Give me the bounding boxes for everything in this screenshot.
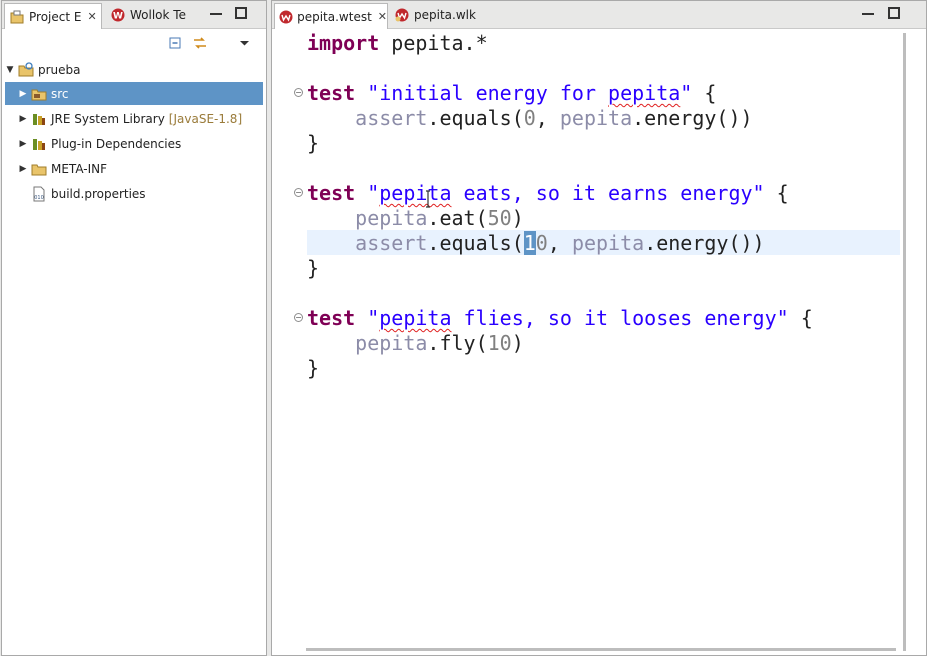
- tree-item-label: build.properties: [51, 186, 146, 201]
- library-icon: [31, 136, 47, 152]
- tree-item-label: JRE System Library: [51, 111, 165, 126]
- link-with-editor-icon[interactable]: [192, 35, 208, 51]
- minimize-icon[interactable]: [862, 9, 874, 15]
- project-explorer-panel: Project E ✕ W Wollok Te ▼ prueba ▶ src ▶…: [1, 0, 267, 656]
- code-line: }: [307, 131, 320, 155]
- tree-item-label: prueba: [38, 62, 81, 77]
- tree-item-build-properties[interactable]: 010 build.properties: [5, 182, 263, 205]
- source-folder-icon: [31, 86, 47, 102]
- tree-item-plugin-dependencies[interactable]: ▶ Plug-in Dependencies: [5, 132, 263, 155]
- tree-item-label: Plug-in Dependencies: [51, 136, 182, 151]
- tab-label: Wollok Te: [130, 8, 186, 22]
- tree-item-prueba[interactable]: ▼ prueba: [5, 58, 263, 81]
- svg-text:010: 010: [34, 195, 44, 201]
- maximize-icon[interactable]: [888, 7, 900, 19]
- close-icon[interactable]: ✕: [378, 10, 387, 23]
- properties-file-icon: 010: [31, 186, 47, 202]
- jre-version-decoration: [JavaSE-1.8]: [168, 111, 243, 126]
- tab-project-explorer[interactable]: Project E ✕: [4, 3, 102, 29]
- minimize-icon[interactable]: [210, 9, 222, 15]
- editor-tab-bar: pepita.wtest ✕ pepita.wlk: [272, 1, 926, 29]
- expanded-arrow-icon[interactable]: ▼: [5, 65, 15, 75]
- tree-item-src[interactable]: ▶ src: [5, 82, 263, 105]
- code-line: test "pepita eats, so it earns energy" {: [307, 181, 789, 205]
- tab-pepita-wtest[interactable]: pepita.wtest ✕: [274, 3, 388, 29]
- wollok-test-file-icon: [279, 9, 293, 25]
- selected-text: 1: [523, 231, 536, 255]
- code-line: assert.equals(10, pepita.energy()): [355, 231, 765, 255]
- svg-text:W: W: [113, 12, 123, 22]
- fold-toggle-icon[interactable]: −: [294, 88, 303, 97]
- project-explorer-icon: [9, 9, 25, 25]
- horizontal-scrollbar[interactable]: [306, 648, 896, 651]
- code-editor[interactable]: import pepita.* − test "initial energy f…: [273, 29, 900, 649]
- code-line: import pepita.*: [307, 31, 488, 55]
- tree-item-label: src: [51, 86, 69, 101]
- code-line: pepita.eat(50): [355, 206, 524, 230]
- library-icon: [31, 111, 47, 127]
- close-icon[interactable]: ✕: [87, 10, 96, 23]
- tab-pepita-wlk[interactable]: pepita.wlk: [390, 3, 480, 27]
- project-icon: [18, 61, 34, 78]
- code-line: pepita.fly(10): [355, 331, 524, 355]
- code-line: test "initial energy for pepita" {: [307, 81, 717, 105]
- collapsed-arrow-icon[interactable]: ▶: [18, 89, 28, 99]
- maximize-icon[interactable]: [235, 7, 247, 19]
- view-menu-icon[interactable]: [237, 35, 253, 51]
- tab-label: pepita.wtest: [297, 9, 372, 24]
- editor-panel: pepita.wtest ✕ pepita.wlk import pepita.…: [271, 0, 927, 656]
- code-line: }: [307, 256, 320, 280]
- text-cursor-icon: [425, 189, 430, 208]
- collapsed-arrow-icon[interactable]: ▶: [18, 114, 28, 124]
- left-tab-bar: Project E ✕ W Wollok Te: [2, 1, 266, 29]
- wollok-icon: W: [110, 7, 126, 23]
- fold-toggle-icon[interactable]: −: [294, 188, 303, 197]
- tab-wollok-tests[interactable]: W Wollok Te: [106, 3, 198, 27]
- collapsed-arrow-icon[interactable]: ▶: [18, 164, 28, 174]
- tab-label: pepita.wlk: [414, 8, 476, 22]
- collapse-all-icon[interactable]: [167, 35, 183, 51]
- wollok-file-icon: [394, 7, 410, 23]
- tab-label: Project E: [29, 9, 82, 24]
- vertical-scrollbar[interactable]: [903, 33, 906, 651]
- code-line: assert.equals(0, pepita.energy()): [355, 106, 753, 130]
- code-line: test "pepita flies, so it looses energy"…: [307, 306, 813, 330]
- code-line: }: [307, 356, 320, 380]
- tree-item-meta-inf[interactable]: ▶ META-INF: [5, 157, 263, 180]
- tree-item-jre-library[interactable]: ▶ JRE System Library [JavaSE-1.8]: [5, 107, 263, 130]
- collapsed-arrow-icon[interactable]: ▶: [18, 139, 28, 149]
- tree-item-label: META-INF: [51, 161, 108, 176]
- fold-toggle-icon[interactable]: −: [294, 313, 303, 322]
- folder-icon: [31, 161, 47, 177]
